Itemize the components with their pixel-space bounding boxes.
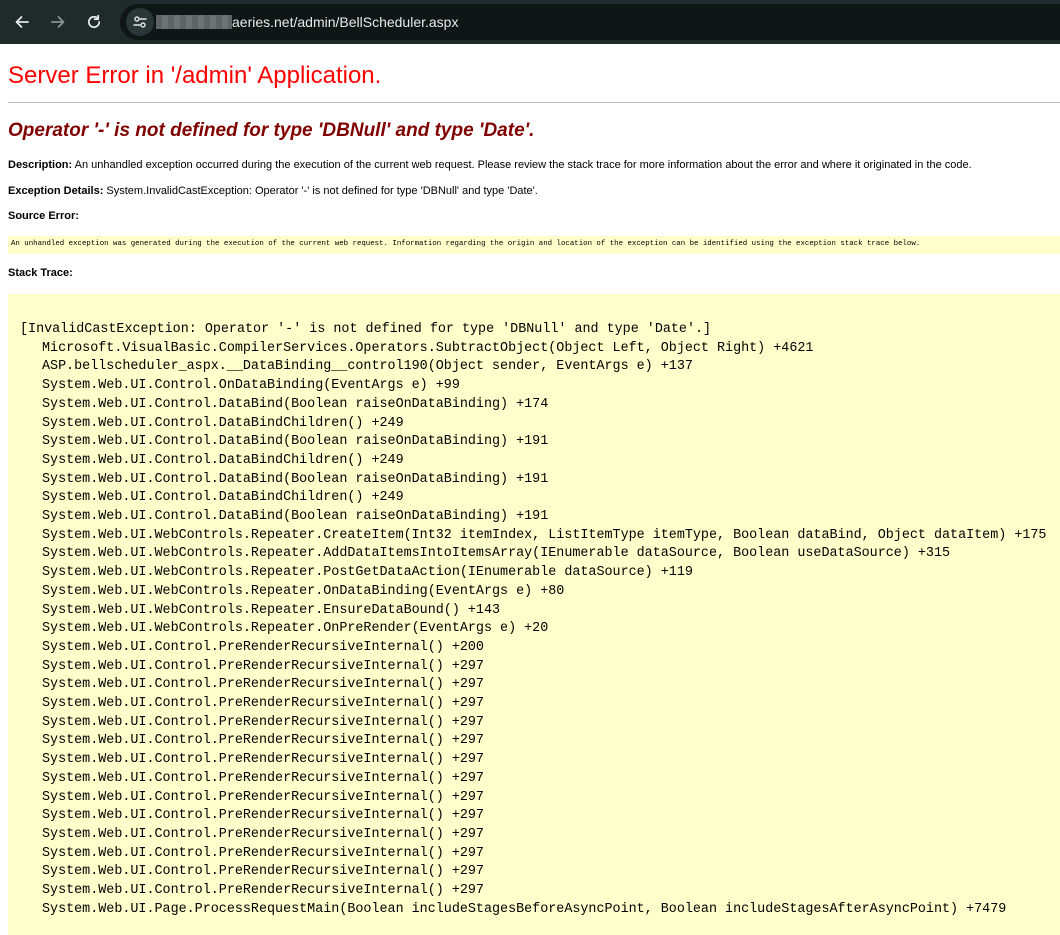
error-page: Server Error in '/admin' Application. Op… [0,44,1060,935]
error-message: Operator '-' is not defined for type 'DB… [8,120,535,141]
source-error-label: Source Error: [8,210,79,222]
stack-trace-line: System.Web.UI.Control.PreRenderRecursive… [42,733,484,749]
address-bar[interactable]: aeries.net/admin/BellScheduler.aspx [120,4,1060,40]
stack-trace-line: System.Web.UI.Control.OnDataBinding(Even… [42,378,460,394]
stack-trace-header: [InvalidCastException: Operator '-' is n… [20,322,712,337]
stack-trace-line: System.Web.UI.Control.DataBindChildren()… [42,452,404,468]
stack-trace-line: System.Web.UI.WebControls.Repeater.OnPre… [42,621,549,637]
stack-trace-line: System.Web.UI.Page.ProcessRequestMain(Bo… [42,901,1007,917]
stack-trace-line: System.Web.UI.Control.DataBind(Boolean r… [42,396,549,412]
stack-trace-line: System.Web.UI.Control.PreRenderRecursive… [42,639,484,655]
stack-trace-line: System.Web.UI.Control.PreRenderRecursive… [42,789,484,805]
exception-details: Exception Details: System.InvalidCastExc… [8,185,538,197]
stack-trace-line: System.Web.UI.Control.DataBind(Boolean r… [42,471,549,487]
stack-trace-box: [InvalidCastException: Operator '-' is n… [8,294,1060,935]
stack-trace-line: System.Web.UI.Control.PreRenderRecursive… [42,770,484,786]
stack-trace-line: System.Web.UI.WebControls.Repeater.AddDa… [42,546,951,562]
stack-trace-line: System.Web.UI.WebControls.Repeater.OnDat… [42,583,565,599]
tune-icon [133,16,147,28]
forward-button[interactable] [44,8,72,36]
stack-trace-label: Stack Trace: [8,267,73,279]
description-text: An unhandled exception occurred during t… [72,159,972,171]
stack-trace-line: Microsoft.VisualBasic.CompilerServices.O… [42,340,814,356]
arrow-right-icon [51,16,65,28]
stack-trace-line: System.Web.UI.Control.PreRenderRecursive… [42,845,484,861]
stack-trace-line: System.Web.UI.Control.PreRenderRecursive… [42,714,484,730]
stack-trace-line: System.Web.UI.Control.PreRenderRecursive… [42,864,484,880]
redacted-subdomain [156,15,232,29]
stack-trace-line: System.Web.UI.WebControls.Repeater.Creat… [42,527,1047,543]
site-info-button[interactable] [126,8,154,36]
source-error-text: An unhandled exception was generated dur… [11,240,921,248]
stack-trace-line: System.Web.UI.Control.DataBindChildren()… [42,490,404,506]
browser-toolbar: aeries.net/admin/BellScheduler.aspx [0,0,1060,44]
stack-trace-line: System.Web.UI.Control.PreRenderRecursive… [42,883,484,899]
stack-trace-line: System.Web.UI.WebControls.Repeater.PostG… [42,565,693,581]
description: Description: An unhandled exception occu… [8,159,972,171]
stack-trace-line: System.Web.UI.Control.PreRenderRecursive… [42,696,484,712]
exception-text: System.InvalidCastException: Operator '-… [103,185,538,197]
page-title: Server Error in '/admin' Application. [8,62,382,89]
back-button[interactable] [8,8,36,36]
url-text: aeries.net/admin/BellScheduler.aspx [232,14,459,30]
stack-trace-line: System.Web.UI.Control.DataBind(Boolean r… [42,434,549,450]
stack-trace-line: System.Web.UI.Control.PreRenderRecursive… [42,752,484,768]
reload-icon [87,14,101,29]
exception-label: Exception Details: [8,185,104,197]
stack-trace-line: ASP.bellscheduler_aspx.__DataBinding__co… [42,359,693,375]
stack-trace-line: System.Web.UI.Control.PreRenderRecursive… [42,658,484,674]
stack-trace-line: System.Web.UI.Control.DataBind(Boolean r… [42,509,549,525]
source-error-box: An unhandled exception was generated dur… [8,236,1060,254]
stack-trace-line: System.Web.UI.WebControls.Repeater.Ensur… [42,602,501,618]
arrow-left-icon [15,16,29,28]
stack-trace-line: System.Web.UI.Control.PreRenderRecursive… [42,677,484,693]
reload-button[interactable] [80,8,108,36]
description-label: Description: [8,159,73,171]
stack-trace-line: System.Web.UI.Control.PreRenderRecursive… [42,826,484,842]
stack-trace-line: System.Web.UI.Control.DataBindChildren()… [42,415,404,431]
stack-trace: [InvalidCastException: Operator '-' is n… [20,321,1046,920]
stack-trace-line: System.Web.UI.Control.PreRenderRecursive… [42,808,484,824]
title-divider [8,102,1060,103]
